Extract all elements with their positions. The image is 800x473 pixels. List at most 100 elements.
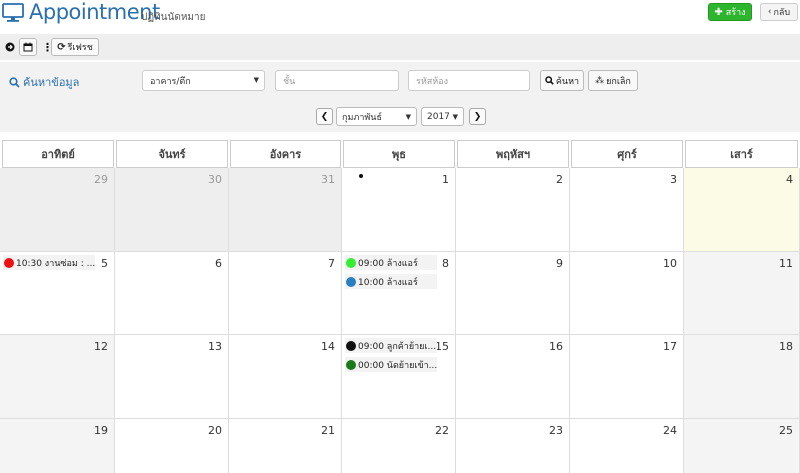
event-title: 00:00 นัดย้ายเข้า... bbox=[358, 360, 437, 371]
search-icon bbox=[9, 76, 20, 88]
calendar-event[interactable]: 09:00 ล้างแอร์ bbox=[345, 255, 437, 270]
calendar-day-cell[interactable]: 12 bbox=[0, 335, 115, 419]
event-title: 10:00 ล้างแอร์ bbox=[358, 277, 418, 288]
create-button-label: สร้าง bbox=[725, 8, 746, 18]
day-number: 11 bbox=[779, 257, 793, 270]
day-number: 25 bbox=[779, 424, 793, 437]
calendar-day-cell[interactable]: 7 bbox=[229, 252, 342, 335]
calendar-day-cell[interactable]: 6 bbox=[115, 252, 229, 335]
create-button[interactable]: ✚ สร้าง bbox=[708, 3, 752, 21]
year-select[interactable]: 2017 ▼ bbox=[421, 107, 464, 126]
calendar-day-cell[interactable]: 19 bbox=[0, 419, 115, 473]
search-button[interactable]: ค้นหา bbox=[540, 70, 584, 91]
calendar-day-cell[interactable]: 18 bbox=[684, 335, 800, 419]
cancel-button[interactable]: ⁂ ยกเลิก bbox=[588, 70, 638, 91]
day-number: 13 bbox=[208, 340, 222, 353]
calendar-day-cell[interactable]: 21 bbox=[229, 419, 342, 473]
back-button[interactable]: ‹ กลับ bbox=[760, 3, 798, 21]
calendar-day-cell[interactable]: 4 bbox=[684, 168, 800, 252]
day-number: 30 bbox=[208, 173, 222, 186]
go-button[interactable] bbox=[4, 38, 16, 56]
chevron-left-icon: ❮ bbox=[320, 111, 329, 122]
day-number: 4 bbox=[786, 173, 793, 186]
day-number: 9 bbox=[556, 257, 563, 270]
calendar-day-cell[interactable]: 9 bbox=[456, 252, 570, 335]
caret-down-icon: ▼ bbox=[405, 113, 411, 121]
search-heading: ค้นหาข้อมูล bbox=[9, 73, 79, 91]
calendar-day-cell[interactable]: 5 10:30 งานซ่อม : ... bbox=[0, 252, 115, 335]
toolbar: ⋮ ⟳ รีเฟรช bbox=[0, 34, 800, 60]
calendar-day-cell[interactable]: 30 bbox=[115, 168, 229, 252]
calendar-day-cell[interactable]: 2 bbox=[456, 168, 570, 252]
calendar-day-cell[interactable]: 15 09:00 ลูกค้าย้ายเ... 00:00 นัดย้ายเข้า.… bbox=[342, 335, 456, 419]
calendar-day-cell[interactable]: 8 09:00 ล้างแอร์ 10:00 ล้างแอร์ bbox=[342, 252, 456, 335]
calendar-day-cell[interactable]: 24 bbox=[570, 419, 684, 473]
refresh-button-label: รีเฟรช bbox=[67, 43, 93, 53]
month-navigation: ❮ กุมภาพันธ์ ▼ 2017 ▼ ❯ bbox=[0, 100, 800, 132]
weekday-header: ศุกร์ bbox=[571, 140, 683, 168]
day-number: 14 bbox=[321, 340, 335, 353]
calendar-day-cell[interactable]: 13 bbox=[115, 335, 229, 419]
floor-input[interactable]: ชั้น bbox=[275, 70, 399, 91]
calendar-day-cell[interactable]: 14 bbox=[229, 335, 342, 419]
calendar-day-cell[interactable]: 25 bbox=[684, 419, 800, 473]
day-number: 19 bbox=[94, 424, 108, 437]
refresh-icon: ⟳ bbox=[57, 41, 66, 53]
next-month-button[interactable]: ❯ bbox=[469, 108, 486, 125]
calendar-event[interactable]: 10:30 งานซ่อม : ... bbox=[3, 255, 95, 270]
calendar-event[interactable]: 10:00 ล้างแอร์ bbox=[345, 274, 437, 289]
day-number: 31 bbox=[321, 173, 335, 186]
day-number: 24 bbox=[663, 424, 677, 437]
calendar-day-cell[interactable]: 3 bbox=[570, 168, 684, 252]
calendar-day-cell[interactable]: 23 bbox=[456, 419, 570, 473]
day-number: 2 bbox=[556, 173, 563, 186]
calendar-day-cell[interactable]: 1 bbox=[342, 168, 456, 252]
day-number: 7 bbox=[328, 257, 335, 270]
caret-down-icon: ▼ bbox=[253, 76, 259, 84]
weekday-header: อังคาร bbox=[230, 140, 341, 168]
weekday-header: อาทิตย์ bbox=[2, 140, 114, 168]
weekday-header: จันทร์ bbox=[116, 140, 228, 168]
caret-down-icon: ▼ bbox=[452, 113, 458, 121]
weekday-header: พฤหัสฯ bbox=[457, 140, 569, 168]
spinner-icon: ⁂ bbox=[595, 75, 605, 86]
building-select[interactable]: อาคาร/ตึก ▼ bbox=[142, 70, 265, 91]
search-button-label: ค้นหา bbox=[555, 76, 580, 87]
day-number: 16 bbox=[549, 340, 563, 353]
calendar-day-cell[interactable]: 22 bbox=[342, 419, 456, 473]
calendar-day-cell[interactable]: 20 bbox=[115, 419, 229, 473]
calendar-day-cell[interactable]: 16 bbox=[456, 335, 570, 419]
calendar-icon bbox=[23, 42, 33, 52]
floor-input-placeholder: ชั้น bbox=[283, 76, 296, 87]
day-number: 20 bbox=[208, 424, 222, 437]
room-code-input[interactable]: รหัสห้อง bbox=[408, 70, 530, 91]
calendar-day-cell[interactable]: 31 bbox=[229, 168, 342, 252]
month-select[interactable]: กุมภาพันธ์ ▼ bbox=[336, 107, 417, 126]
day-number: 10 bbox=[663, 257, 677, 270]
day-number: 6 bbox=[215, 257, 222, 270]
back-button-label: กลับ bbox=[773, 8, 791, 18]
day-number: 5 bbox=[101, 257, 108, 270]
refresh-button[interactable]: ⟳ รีเฟรช bbox=[51, 38, 99, 56]
calendar-event[interactable]: 00:00 นัดย้ายเข้า... bbox=[345, 357, 437, 372]
previous-month-button[interactable]: ❮ bbox=[316, 108, 333, 125]
calendar-event[interactable]: 09:00 ลูกค้าย้ายเ... bbox=[345, 338, 437, 353]
plus-icon: ✚ bbox=[714, 6, 723, 18]
page-subtitle: ปฏิทินนัดหมาย bbox=[141, 12, 206, 23]
day-number: 1 bbox=[442, 173, 449, 186]
calendar-view-button[interactable] bbox=[19, 38, 37, 56]
search-bar: ค้นหาข้อมูล อาคาร/ตึก ▼ ชั้น รหัสห้อง ค้… bbox=[0, 62, 800, 100]
calendar-day-cell[interactable]: 17 bbox=[570, 335, 684, 419]
day-number: 3 bbox=[670, 173, 677, 186]
search-icon bbox=[545, 76, 554, 85]
month-select-value: กุมภาพันธ์ bbox=[342, 112, 382, 123]
day-number: 8 bbox=[442, 257, 449, 270]
calendar-day-cell[interactable]: 29 bbox=[0, 168, 115, 252]
calendar-day-cell[interactable]: 11 bbox=[684, 252, 800, 335]
calendar-day-cell[interactable]: 10 bbox=[570, 252, 684, 335]
day-number: 29 bbox=[94, 173, 108, 186]
day-number: 15 bbox=[435, 340, 449, 353]
room-code-input-placeholder: รหัสห้อง bbox=[416, 76, 448, 87]
day-number: 23 bbox=[549, 424, 563, 437]
search-heading-label: ค้นหาข้อมูล bbox=[23, 76, 80, 89]
